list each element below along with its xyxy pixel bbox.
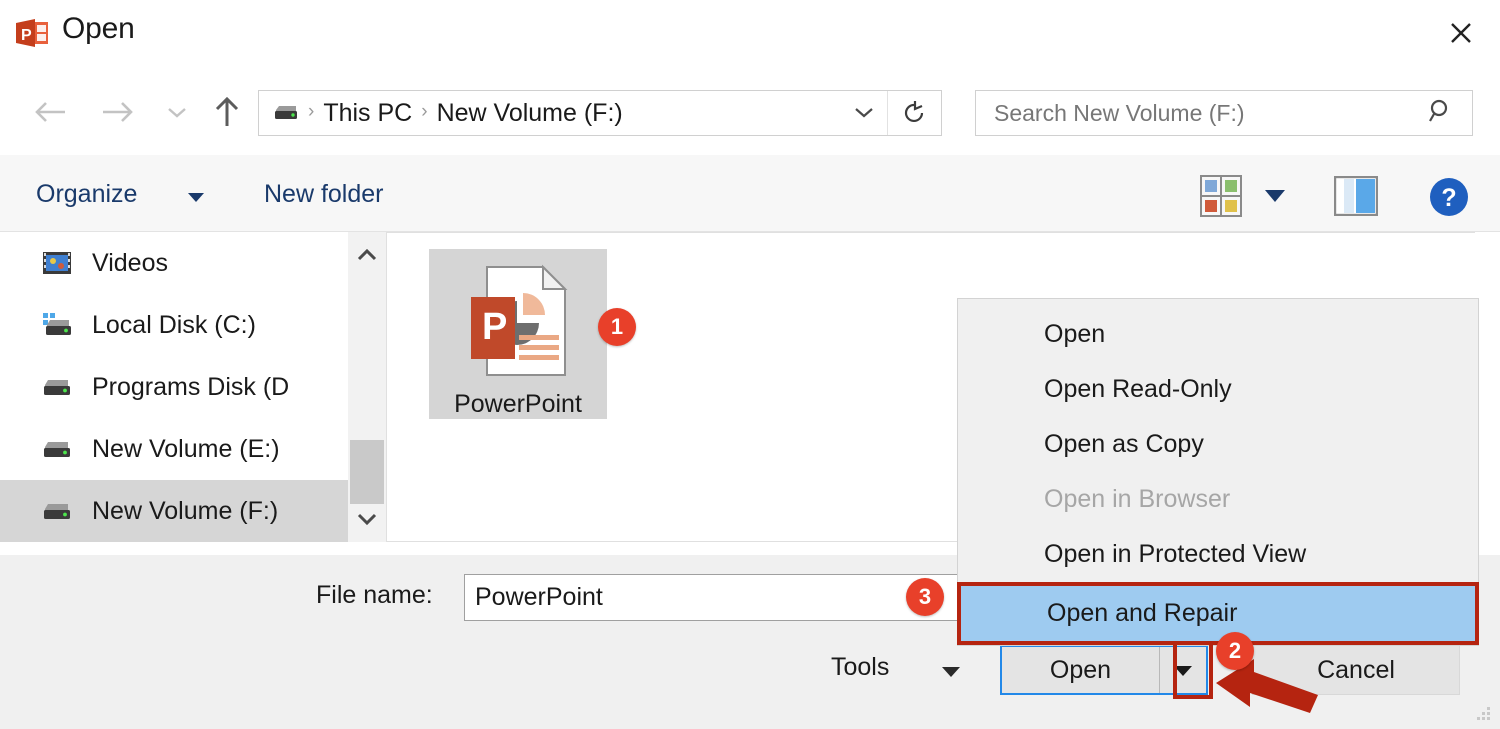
organize-button[interactable]: Organize (36, 180, 137, 209)
sidebar-item-label: Videos (92, 248, 168, 277)
annotation-marker-2: 2 (1216, 632, 1254, 670)
chevron-down-icon[interactable] (186, 190, 206, 209)
file-name-field-label: File name: (316, 581, 433, 609)
resize-grip[interactable] (1476, 705, 1492, 721)
drive-icon (40, 499, 74, 523)
file-name-label: PowerPoint (454, 390, 582, 418)
sidebar-item-label: New Volume (F:) (92, 496, 279, 525)
open-dropdown-menu[interactable]: Open Open Read-Only Open as Copy Open in… (957, 298, 1479, 646)
sidebar-item-label: New Volume (E:) (92, 434, 280, 463)
svg-text:P: P (482, 306, 507, 348)
chevron-down-icon[interactable] (841, 101, 887, 125)
help-icon[interactable]: ? (1428, 176, 1470, 223)
drive-icon (40, 437, 74, 461)
tools-chevron-down-icon[interactable] (940, 663, 962, 684)
tools-button[interactable]: Tools (831, 653, 889, 682)
scroll-down-icon[interactable] (348, 502, 386, 536)
powerpoint-file-icon: P (465, 263, 571, 384)
sidebar-item-programs-disk-d[interactable]: Programs Disk (D (0, 356, 348, 418)
file-item-powerpoint[interactable]: P PowerPoint (429, 249, 607, 419)
annotation-marker-3: 3 (906, 578, 944, 616)
recent-locations-icon[interactable] (158, 92, 196, 132)
view-layout-icon[interactable] (1200, 175, 1242, 222)
view-chevron-down-icon[interactable] (1262, 186, 1288, 209)
sidebar-item-label: Local Disk (C:) (92, 310, 256, 339)
preview-pane-icon[interactable] (1333, 175, 1379, 221)
up-level-icon[interactable] (204, 88, 250, 136)
menu-item-open-in-protected-view[interactable]: Open in Protected View (958, 527, 1478, 582)
sidebar-item-label: Programs Disk (D (92, 372, 290, 401)
search-icon[interactable] (1428, 98, 1454, 129)
sidebar-item-local-disk-c[interactable]: Local Disk (C:) (0, 294, 348, 356)
drive-icon (40, 375, 74, 399)
menu-item-open-as-copy[interactable]: Open as Copy (958, 417, 1478, 472)
sidebar-scrollbar[interactable] (348, 232, 386, 542)
annotation-box-open-and-repair: Open and Repair (957, 582, 1479, 645)
back-icon[interactable] (24, 88, 76, 136)
open-dropdown-arrow[interactable] (1159, 647, 1206, 693)
breadcrumb-separator-1: › (421, 101, 428, 122)
drive-icon (273, 104, 299, 122)
videos-icon (40, 248, 74, 278)
refresh-icon[interactable] (887, 91, 941, 135)
menu-item-open-and-repair[interactable]: Open and Repair (961, 586, 1475, 641)
menu-item-open[interactable]: Open (958, 307, 1478, 362)
powerpoint-icon: P (14, 15, 50, 51)
sidebar-item-videos[interactable]: Videos (0, 232, 348, 294)
open-button-label[interactable]: Open (1002, 647, 1159, 693)
system-drive-icon (40, 311, 74, 339)
new-folder-button[interactable]: New folder (264, 180, 384, 209)
window-title: Open (62, 12, 135, 45)
cancel-button[interactable]: Cancel (1252, 645, 1460, 695)
breadcrumb-separator-0: › (308, 101, 315, 122)
search-box[interactable] (975, 90, 1473, 136)
breadcrumb-this-pc[interactable]: This PC (323, 99, 412, 128)
forward-icon[interactable] (92, 88, 144, 136)
sidebar-item-new-volume-e[interactable]: New Volume (E:) (0, 418, 348, 480)
menu-item-open-read-only[interactable]: Open Read-Only (958, 362, 1478, 417)
sidebar-item-new-volume-f[interactable]: New Volume (F:) (0, 480, 348, 542)
svg-text:P: P (21, 27, 32, 44)
open-button[interactable]: Open (1000, 645, 1208, 695)
close-icon[interactable] (1436, 10, 1486, 56)
annotation-marker-1: 1 (598, 308, 636, 346)
svg-text:?: ? (1441, 184, 1456, 212)
breadcrumb-new-volume-f[interactable]: New Volume (F:) (437, 99, 623, 128)
search-input[interactable] (992, 98, 1396, 128)
navigation-pane: Videos Local Disk (C:) Programs Disk (D (0, 232, 348, 542)
menu-item-open-in-browser: Open in Browser (1044, 485, 1231, 513)
title-bar: P Open (0, 0, 1500, 68)
scrollbar-thumb[interactable] (350, 440, 384, 504)
address-bar[interactable]: › This PC › New Volume (F:) (258, 90, 942, 136)
scroll-up-icon[interactable] (348, 238, 386, 272)
